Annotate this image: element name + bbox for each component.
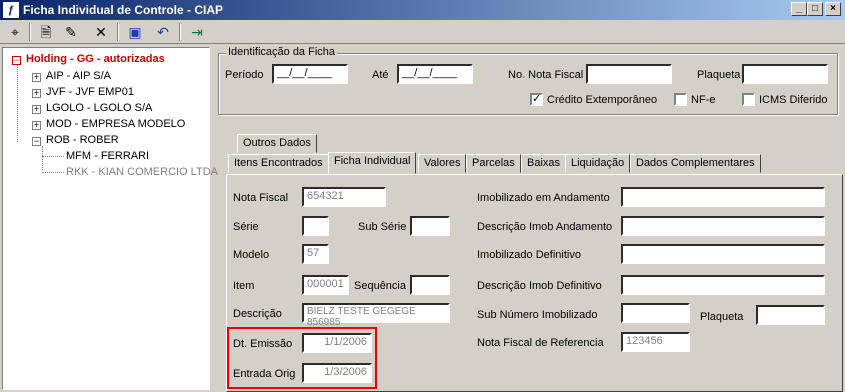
- plaqueta-filter-field[interactable]: [742, 64, 828, 84]
- minimize-button[interactable]: _: [791, 2, 807, 16]
- binoculars-icon[interactable]: ⌖: [4, 22, 26, 42]
- tree-item-jvf[interactable]: JVF - JVF EMP01: [46, 86, 134, 98]
- icms-diferido-label: ICMS Diferido: [759, 94, 828, 106]
- exit-icon[interactable]: ⇥: [186, 22, 208, 42]
- close-button[interactable]: ×: [825, 2, 841, 16]
- tree-line: [17, 64, 18, 142]
- toolbar-separator: [117, 23, 119, 41]
- tab-liquidacao[interactable]: Liquidação: [565, 154, 631, 173]
- nota-fiscal-label: Nota Fiscal: [233, 192, 289, 204]
- expand-toggle[interactable]: +: [32, 105, 41, 114]
- credito-extemporaneo-checkbox[interactable]: ✓: [530, 93, 543, 106]
- tree-line: [42, 146, 43, 170]
- imob-definitivo-label: Imobilizado Definitivo: [477, 249, 581, 261]
- modelo-label: Modelo: [233, 249, 270, 261]
- icms-diferido-checkbox[interactable]: [742, 93, 755, 106]
- nota-fiscal-filter-label: No. Nota Fiscal: [508, 69, 584, 81]
- window-title: Ficha Individual de Controle - CIAP: [23, 3, 224, 17]
- tree-item-aip[interactable]: AIP - AIP S/A: [46, 70, 111, 82]
- tree-line: [42, 172, 64, 173]
- identificacao-legend: Identificação da Ficha: [226, 46, 338, 58]
- nf-referencia-field[interactable]: 123456: [621, 332, 690, 352]
- tree-item-rob[interactable]: ROB - ROBER: [46, 134, 119, 146]
- nfe-checkbox[interactable]: [674, 93, 687, 106]
- modelo-field[interactable]: 57: [302, 244, 329, 264]
- tab-ficha-individual[interactable]: Ficha Individual: [328, 152, 417, 174]
- expand-toggle[interactable]: +: [32, 89, 41, 98]
- tree-item-mfm[interactable]: MFM - FERRARI: [66, 150, 149, 162]
- tree-root-holding[interactable]: Holding - GG - autorizadas: [26, 53, 165, 65]
- title-bar: ƒ Ficha Individual de Controle - CIAP _ …: [0, 0, 845, 20]
- desc-imob-definitivo-label: Descrição Imob Definitivo: [477, 280, 602, 292]
- credito-extemporaneo-label: Crédito Extemporâneo: [547, 94, 658, 106]
- toolbar-separator: [179, 23, 181, 41]
- tree-item-rkk[interactable]: RKK - KIAN COMERCIO LTDA: [66, 166, 218, 178]
- expand-toggle[interactable]: +: [32, 73, 41, 82]
- app-icon: ƒ: [3, 2, 19, 18]
- new-document-icon[interactable]: 🗎: [35, 22, 57, 42]
- sequencia-field[interactable]: [410, 275, 450, 295]
- tree-item-mod[interactable]: MOD - EMPRESA MODELO: [46, 118, 185, 130]
- desc-imob-andamento-label: Descrição Imob Andamento: [477, 221, 613, 233]
- periodo-label: Período: [225, 69, 264, 81]
- tab-itens-encontrados[interactable]: Itens Encontrados: [228, 154, 329, 173]
- nf-referencia-label: Nota Fiscal de Referencia: [477, 337, 604, 349]
- imob-andamento-field[interactable]: [621, 187, 825, 207]
- descricao-label: Descrição: [233, 308, 282, 320]
- sub-numero-imobilizado-field[interactable]: [621, 303, 690, 323]
- item-field[interactable]: 000001: [302, 275, 349, 295]
- sub-serie-field[interactable]: [410, 216, 450, 236]
- desc-imob-definitivo-field[interactable]: [621, 275, 825, 295]
- serie-field[interactable]: [302, 216, 329, 236]
- serie-label: Série: [233, 221, 259, 233]
- desc-imob-andamento-field[interactable]: [621, 216, 825, 236]
- highlight-box: [227, 327, 377, 389]
- toolbar-separator: [29, 23, 31, 41]
- edit-icon[interactable]: ✎: [60, 22, 82, 42]
- imob-definitivo-field[interactable]: [621, 244, 825, 264]
- ate-label: Até: [372, 69, 389, 81]
- maximize-button[interactable]: □: [807, 2, 823, 16]
- tree-item-lgolo[interactable]: LGOLO - LGOLO S/A: [46, 102, 152, 114]
- tab-valores[interactable]: Valores: [418, 154, 467, 173]
- save-icon[interactable]: ▣: [124, 22, 146, 42]
- nfe-label: NF-e: [691, 94, 716, 106]
- collapse-toggle[interactable]: −: [32, 137, 41, 146]
- tree-line: [42, 156, 64, 157]
- nota-fiscal-filter-field[interactable]: [586, 64, 672, 84]
- tab-dados-complementares[interactable]: Dados Complementares: [630, 154, 761, 173]
- sub-serie-label: Sub Série: [358, 221, 407, 233]
- imob-andamento-label: Imobilizado em Andamento: [477, 192, 610, 204]
- plaqueta-filter-label: Plaqueta: [697, 69, 741, 81]
- plaqueta-label: Plaqueta: [700, 311, 744, 323]
- tab-baixas[interactable]: Baixas: [521, 154, 567, 173]
- tab-outros-dados[interactable]: Outros Dados: [237, 134, 317, 153]
- company-tree[interactable]: − Holding - GG - autorizadas + AIP - AIP…: [2, 47, 218, 390]
- undo-icon[interactable]: ↶: [152, 22, 174, 42]
- collapse-toggle[interactable]: −: [12, 56, 21, 65]
- sub-numero-imobilizado-label: Sub Número Imobilizado: [477, 309, 598, 321]
- periodo-field[interactable]: __/__/____: [272, 64, 348, 84]
- expand-toggle[interactable]: +: [32, 121, 41, 130]
- toolbar: ⌖ 🗎 ✎ ✕ ▣ ↶ ⇥: [0, 20, 845, 44]
- sequencia-label: Sequência: [354, 280, 406, 292]
- tab-parcelas[interactable]: Parcelas: [466, 154, 521, 173]
- plaqueta-field[interactable]: [756, 305, 825, 325]
- descricao-field[interactable]: BIELZ TESTE GEGEGE 856985: [302, 303, 450, 328]
- ate-field[interactable]: __/__/____: [397, 64, 473, 84]
- item-label: Item: [233, 280, 255, 292]
- nota-fiscal-field[interactable]: 654321: [302, 187, 386, 207]
- delete-icon[interactable]: ✕: [90, 22, 112, 42]
